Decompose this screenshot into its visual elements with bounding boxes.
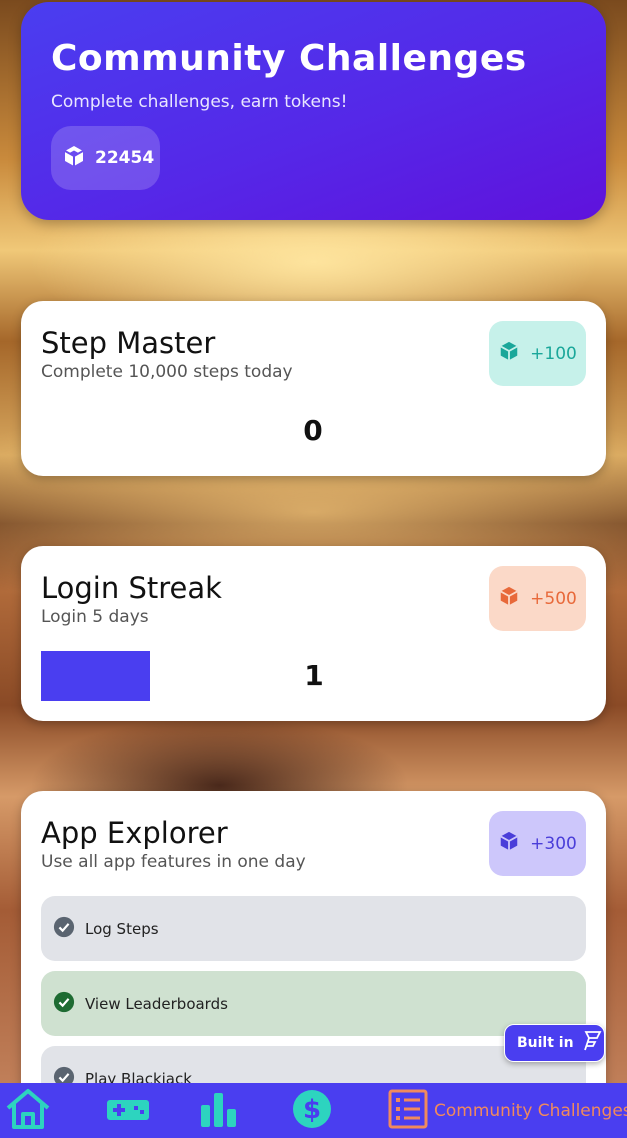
progress-value: 0 [303,414,323,447]
home-icon [4,1087,52,1135]
nav-home[interactable] [4,1083,52,1138]
svg-text:$: $ [303,1095,321,1125]
nav-community-challenges[interactable]: Community Challenges [388,1083,627,1138]
task-item-view-leaderboards[interactable]: View Leaderboards [41,971,586,1036]
page-title: Community Challenges [51,38,527,79]
token-balance: 22454 [51,126,160,190]
builder-logo-icon [580,1029,604,1057]
nav-leaderboard[interactable] [199,1083,239,1138]
challenges-header: Community Challenges Complete challenges… [21,2,606,220]
token-count: 22454 [95,148,155,168]
challenge-card-app-explorer[interactable]: App Explorer Use all app features in one… [21,791,606,1111]
built-in-label: Built in [517,1035,574,1051]
check-circle-icon [53,991,75,1017]
reward-badge: +500 [489,566,586,631]
task-label: View Leaderboards [85,994,228,1013]
check-circle-icon [53,916,75,942]
token-cube-icon [498,830,520,857]
nav-games[interactable] [106,1083,150,1138]
list-icon [388,1089,428,1133]
reward-badge: +100 [489,321,586,386]
streak-progress-block [41,651,150,701]
token-cube-icon [498,340,520,367]
reward-amount: +500 [530,588,577,609]
token-cube-icon [62,144,86,172]
task-label: Log Steps [85,919,159,938]
nav-active-label: Community Challenges [434,1100,627,1121]
dollar-icon: $ [292,1089,332,1133]
nav-wallet[interactable]: $ [292,1083,332,1138]
token-cube-icon [498,585,520,612]
reward-amount: +300 [530,833,577,854]
challenge-card-login-streak[interactable]: Login Streak Login 5 days +500 1 [21,546,606,721]
progress-value: 1 [304,659,324,692]
challenge-card-step-master[interactable]: Step Master Complete 10,000 steps today … [21,301,606,476]
task-item-log-steps[interactable]: Log Steps [41,896,586,961]
page-subtitle: Complete challenges, earn tokens! [51,92,348,112]
bar-chart-icon [199,1089,239,1133]
built-in-badge[interactable]: Built in [504,1024,605,1062]
app-screen: Community Challenges Complete challenges… [0,0,627,1138]
reward-badge: +300 [489,811,586,876]
reward-amount: +100 [530,343,577,364]
bottom-nav: $ Community Challenges [0,1083,627,1138]
gamepad-icon [106,1094,150,1128]
